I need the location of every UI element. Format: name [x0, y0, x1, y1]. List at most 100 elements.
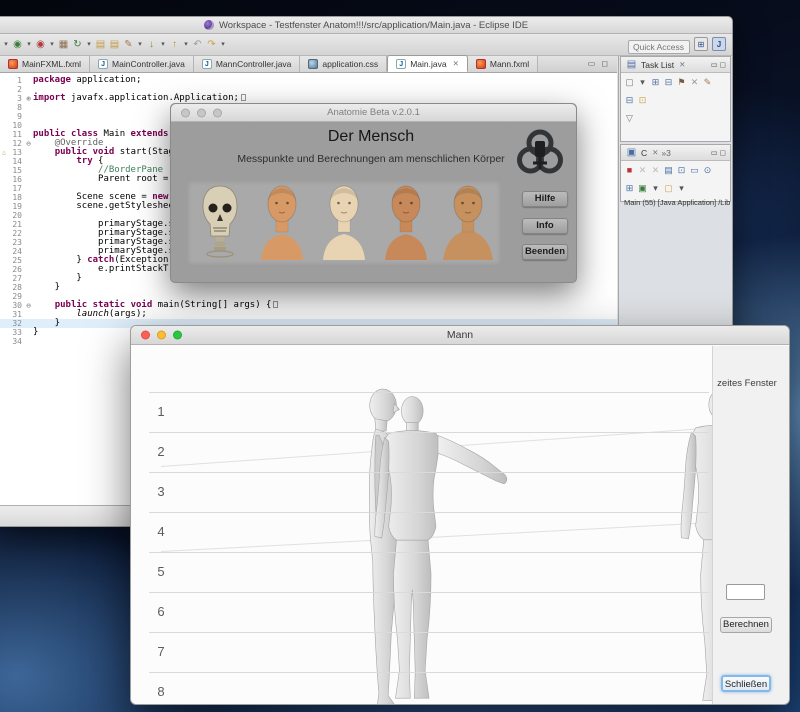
female-head-model[interactable]: [379, 182, 433, 265]
child-head-model[interactable]: [255, 182, 309, 265]
remove-launch-icon[interactable]: ✕: [637, 163, 648, 177]
css-file-icon: [308, 59, 318, 69]
minimize-button[interactable]: [157, 331, 166, 340]
hilfe-button[interactable]: Hilfe: [522, 191, 568, 207]
console-tab-label[interactable]: C: [641, 148, 647, 158]
close-button[interactable]: [141, 331, 150, 340]
categorized-icon[interactable]: ⊞: [650, 75, 661, 89]
annotate-icon[interactable]: ✎: [122, 38, 135, 52]
forward-history-icon[interactable]: ↷: [205, 38, 218, 52]
info-button[interactable]: Info: [522, 218, 568, 234]
dropdown-caret[interactable]: ▾: [182, 38, 190, 52]
tab-Mann.fxml[interactable]: Mann.fxml: [468, 56, 538, 72]
new-console-icon[interactable]: ▢: [663, 181, 674, 195]
dropdown-caret[interactable]: ▾: [676, 181, 687, 195]
new-wizard-icon[interactable]: ▦: [57, 38, 70, 52]
close-view-icon[interactable]: ✕: [652, 148, 658, 157]
close-tab-icon[interactable]: ✕: [453, 59, 459, 68]
dropdown-caret[interactable]: ▾: [85, 38, 93, 52]
tab-MainFXML.fxml[interactable]: MainFXML.fxml: [0, 56, 90, 72]
scroll-lock-icon[interactable]: ⊡: [676, 163, 687, 177]
minimize-button[interactable]: [197, 108, 206, 117]
fold-toggle-icon[interactable]: ⊖: [24, 301, 33, 310]
debug-icon[interactable]: ◉: [11, 38, 24, 52]
save-folder-icon[interactable]: ▤: [108, 38, 121, 52]
tab-MannController.java[interactable]: JMannController.java: [194, 56, 301, 72]
console-icon: ▣: [625, 146, 638, 160]
head-models-strip: [187, 181, 501, 265]
close-button[interactable]: [181, 108, 190, 117]
tab-Main.java[interactable]: JMain.java✕: [387, 55, 468, 72]
skull-model[interactable]: [193, 182, 247, 265]
editor-area-minmax-icons[interactable]: ▭ ◻: [588, 59, 610, 68]
body-back-view: [659, 388, 714, 704]
beenden-button[interactable]: Beenden: [522, 244, 568, 260]
scale-line: [149, 432, 709, 433]
task-list-toolbar-row2: ⊟⊡: [621, 91, 730, 109]
focus-icon[interactable]: ⊡: [637, 93, 648, 107]
dropdown-caret[interactable]: ▾: [159, 38, 167, 52]
tab-MainController.java[interactable]: JMainController.java: [90, 56, 194, 72]
stop-icon[interactable]: ■: [624, 163, 635, 177]
dropdown-caret[interactable]: ▾: [637, 75, 648, 89]
dropdown-caret[interactable]: ▾: [48, 38, 56, 52]
pin-console-icon[interactable]: ⊙: [702, 163, 713, 177]
view-overflow-label[interactable]: »3: [661, 148, 670, 158]
marker-gutter: [0, 139, 8, 148]
eclipse-titlebar[interactable]: Workspace - Testfenster Anatom!!!/src/ap…: [0, 17, 732, 34]
code-line[interactable]: 3⊕import javafx.application.Application;: [0, 94, 617, 103]
minimize-maximize-icons[interactable]: ▭ ◻: [711, 148, 726, 157]
tab-application.css[interactable]: application.css: [300, 56, 387, 72]
sort-icon[interactable]: ⊟: [663, 75, 674, 89]
link-editor-icon[interactable]: ⚑: [676, 75, 687, 89]
schliessen-button[interactable]: Schließen: [721, 675, 771, 692]
marker-gutter: [0, 328, 8, 337]
mann-titlebar[interactable]: Mann: [131, 326, 789, 345]
run-icon[interactable]: ◉: [34, 38, 47, 52]
new-task-icon[interactable]: ▢: [624, 75, 635, 89]
zoom-button[interactable]: [173, 331, 182, 340]
collapse-all-icon[interactable]: ⊟: [624, 93, 635, 107]
fold-toggle-icon[interactable]: ⊖: [24, 139, 33, 148]
open-folder-icon[interactable]: ▤: [94, 38, 107, 52]
line-number: 24: [8, 247, 24, 256]
display-selected-icon[interactable]: ⊞: [624, 181, 635, 195]
dropdown-caret[interactable]: ▾: [219, 38, 227, 52]
minimize-maximize-icons[interactable]: ▭ ◻: [711, 60, 726, 69]
highlight-icon[interactable]: ✎: [702, 75, 713, 89]
back-history-icon[interactable]: ↶: [191, 38, 204, 52]
remove-all-icon[interactable]: ✕: [650, 163, 661, 177]
berechnen-button[interactable]: Berechnen: [720, 617, 772, 633]
line-number: 31: [8, 310, 24, 319]
code-line[interactable]: 1package application;: [0, 76, 617, 85]
dropdown-caret[interactable]: ▾: [136, 38, 144, 52]
code-line[interactable]: 28 }: [0, 283, 617, 292]
hide-completed-icon[interactable]: ✕: [689, 75, 700, 89]
task-list-title[interactable]: Task List: [641, 60, 674, 70]
close-view-icon[interactable]: ✕: [679, 60, 685, 69]
refresh-icon[interactable]: ↻: [71, 38, 84, 52]
filter-chevron-icon[interactable]: ▽: [624, 111, 635, 125]
dropdown-caret[interactable]: ▾: [650, 181, 661, 195]
clear-console-icon[interactable]: ▤: [663, 163, 674, 177]
dropdown-caret[interactable]: ▾: [25, 38, 33, 52]
pale-female-head-model[interactable]: [317, 182, 371, 265]
open-console-icon[interactable]: ▣: [637, 181, 648, 195]
code-line[interactable]: 31 launch(args);: [0, 310, 617, 319]
next-annotation-icon[interactable]: ↓: [145, 38, 158, 52]
fold-gutter: [24, 319, 33, 328]
line-number: 19: [8, 202, 24, 211]
prev-annotation-icon[interactable]: ↑: [168, 38, 181, 52]
open-perspective-icon[interactable]: ⊞: [694, 37, 708, 51]
fold-toggle-icon[interactable]: ⊕: [24, 94, 33, 103]
dropdown-caret[interactable]: ▾: [2, 38, 10, 52]
scale-number-6: 6: [151, 592, 171, 632]
measure-input[interactable]: [726, 584, 765, 600]
marker-gutter: [0, 292, 8, 301]
male-head-model[interactable]: [441, 182, 495, 265]
quick-access-input[interactable]: [628, 40, 690, 54]
java-perspective-icon[interactable]: J: [712, 37, 726, 51]
zoom-button[interactable]: [213, 108, 222, 117]
anatomie-titlebar[interactable]: Anatomie Beta v.2.0.1: [171, 104, 576, 122]
word-wrap-icon[interactable]: ▭: [689, 163, 700, 177]
